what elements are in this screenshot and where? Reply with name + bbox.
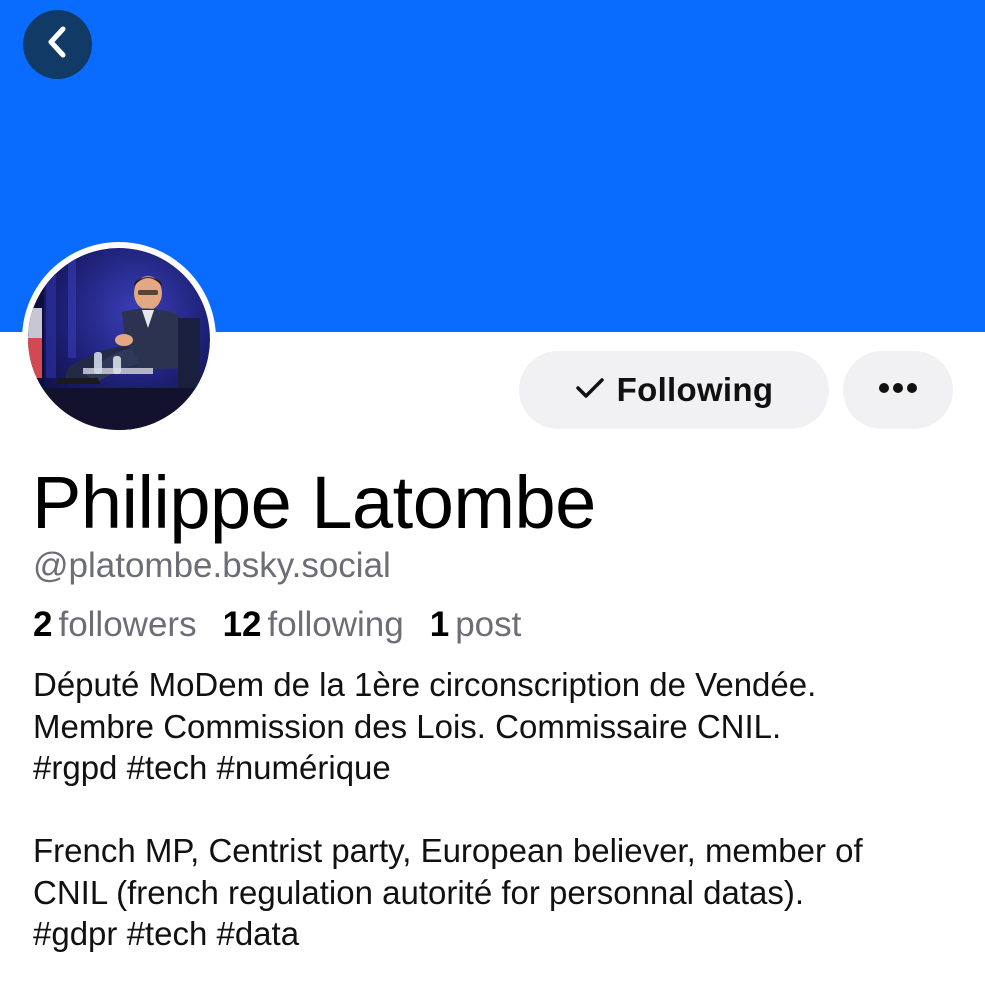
more-options-button[interactable]	[843, 351, 953, 429]
following-label: following	[267, 605, 404, 644]
followers-label: followers	[58, 605, 197, 644]
bio-paragraph-gap	[33, 789, 973, 831]
profile-bio: Député MoDem de la 1ère circonscription …	[33, 664, 973, 955]
profile-stats: 2 followers 12 following 1 post	[33, 605, 547, 645]
posts-stat: 1 post	[430, 605, 522, 645]
followers-count: 2	[33, 605, 53, 644]
display-name: Philippe Latombe	[32, 461, 596, 544]
bio-line: CNIL (french regulation autorité for per…	[33, 873, 805, 911]
back-button[interactable]	[23, 10, 92, 79]
bio-line: Membre Commission des Lois. Commissaire …	[33, 707, 782, 745]
checkmark-icon	[575, 376, 605, 405]
posts-label: post	[455, 605, 522, 644]
posts-count: 1	[429, 605, 450, 644]
followers-stat[interactable]: 2 followers	[33, 605, 197, 645]
bio-line: French MP, Centrist party, European beli…	[33, 832, 863, 869]
ellipsis-icon	[878, 381, 918, 399]
user-handle: @platombe.bsky.social	[33, 546, 391, 585]
following-button[interactable]: Following	[519, 351, 829, 429]
bio-hashtags[interactable]: #rgpd #tech #numérique	[33, 747, 973, 789]
avatar-photo	[28, 248, 210, 430]
avatar[interactable]	[22, 242, 216, 436]
following-count: 12	[222, 605, 262, 644]
bio-hashtags[interactable]: #gdpr #tech #data	[33, 913, 973, 955]
following-stat[interactable]: 12 following	[223, 605, 404, 645]
bio-line: Député MoDem de la 1ère circonscription …	[33, 666, 817, 703]
following-button-label: Following	[616, 371, 774, 408]
chevron-left-icon	[44, 25, 72, 64]
